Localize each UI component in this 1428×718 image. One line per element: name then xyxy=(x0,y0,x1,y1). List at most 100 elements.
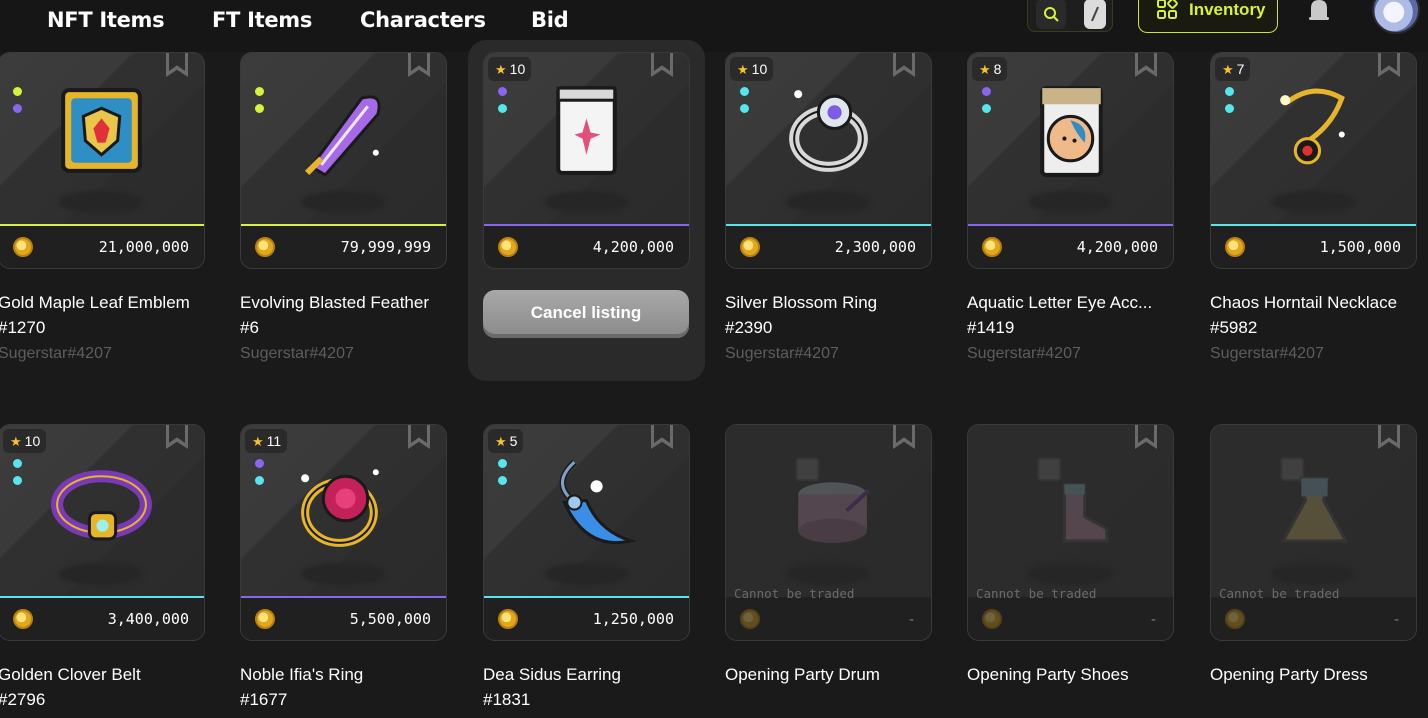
item-card-frame[interactable]: 79,999,999 xyxy=(240,52,447,269)
item-name[interactable]: Opening Party Dress xyxy=(1210,662,1425,687)
scroll-icon xyxy=(556,86,617,175)
nav-tab-label: Characters xyxy=(360,8,486,32)
item-name[interactable]: Silver Blossom Ring xyxy=(725,290,940,315)
item-shadow xyxy=(1271,191,1355,213)
attribute-dot xyxy=(1225,104,1234,113)
item-card-frame[interactable]: ★ 8 4,200,000 xyxy=(967,52,1174,269)
coin-icon xyxy=(255,609,275,629)
item-name[interactable]: Aquatic Letter Eye Acc... xyxy=(967,290,1182,315)
item-price: 4,200,000 xyxy=(1076,238,1158,256)
search-toolbar xyxy=(1027,0,1113,32)
item-name[interactable]: Noble Ifia's Ring xyxy=(240,662,455,687)
nav-tab-label: FT Items xyxy=(212,8,313,32)
item-shadow xyxy=(544,563,628,585)
item-card-frame[interactable]: Cannot be traded - xyxy=(967,424,1174,641)
inventory-label: Inventory xyxy=(1189,0,1266,19)
star-badge: ★ 8 xyxy=(972,57,1008,81)
item-card-frame[interactable]: Cannot be traded - xyxy=(725,424,932,641)
item-serial: #1419 xyxy=(967,318,1015,337)
nav-tab-nft-items[interactable]: ✕✕ NFT Items xyxy=(47,0,165,40)
attribute-dot xyxy=(498,87,507,96)
coin-icon xyxy=(740,237,760,257)
item-name[interactable]: Gold Maple Leaf Emblem xyxy=(0,290,213,315)
ring-icon xyxy=(789,90,868,172)
necklace-icon xyxy=(1280,88,1345,165)
attribute-dot xyxy=(255,476,264,485)
attribute-dot xyxy=(740,104,749,113)
star-count: 11 xyxy=(266,433,282,449)
coin-icon xyxy=(498,237,518,257)
item-card-frame[interactable]: Cannot be traded - xyxy=(1210,424,1417,641)
item-owner[interactable]: Sugerstar#4207 xyxy=(1210,344,1324,364)
attribute-dot xyxy=(255,87,264,96)
belt-icon xyxy=(51,470,152,541)
attribute-dot xyxy=(255,104,264,113)
coin-icon xyxy=(1225,237,1245,257)
item-price: - xyxy=(1391,610,1401,628)
item-card-frame[interactable]: 21,000,000 xyxy=(0,52,205,269)
item-serial: #6 xyxy=(240,318,259,337)
nav-tab-bid[interactable]: ◂ Bid xyxy=(531,0,569,40)
star-count: 8 xyxy=(993,61,1002,77)
search-button[interactable] xyxy=(1036,0,1066,29)
star-icon: ★ xyxy=(737,62,749,77)
item-price: 1,250,000 xyxy=(592,610,674,628)
item-card-frame[interactable]: ★ 10 4,200,000 xyxy=(483,52,690,269)
nav-tab-characters[interactable]: ● Characters xyxy=(360,0,486,40)
item-name[interactable]: Opening Party Shoes xyxy=(967,662,1182,687)
item-owner[interactable]: Sugerstar#4207 xyxy=(240,344,354,364)
item-price: 3,400,000 xyxy=(107,610,189,628)
item-card-frame[interactable]: ★ 7 1,500,000 xyxy=(1210,52,1417,269)
item-price: 2,300,000 xyxy=(834,238,916,256)
attribute-dot xyxy=(982,87,991,96)
attribute-dot xyxy=(13,104,22,113)
item-owner[interactable]: Sugerstar#4207 xyxy=(0,344,112,364)
item-shadow xyxy=(1028,191,1112,213)
nav-tab-ft-items[interactable]: ◎ FT Items xyxy=(212,0,312,40)
item-owner[interactable]: Sugerstar#4207 xyxy=(967,344,1081,364)
nav-tab-label: NFT Items xyxy=(47,8,165,32)
star-icon: ★ xyxy=(10,434,22,449)
bell-icon[interactable] xyxy=(1303,0,1335,26)
item-name[interactable]: Opening Party Drum xyxy=(725,662,940,687)
item-shadow xyxy=(544,191,628,213)
attribute-dot xyxy=(13,476,22,485)
item-price: - xyxy=(906,610,916,628)
star-icon: ★ xyxy=(495,434,507,449)
star-icon: ★ xyxy=(1222,62,1234,77)
item-shadow xyxy=(301,191,385,213)
search-icon xyxy=(1044,7,1059,22)
item-name[interactable]: Golden Clover Belt xyxy=(0,662,213,687)
cancel-listing-button[interactable]: Cancel listing xyxy=(483,290,689,338)
avatar[interactable] xyxy=(1372,0,1420,34)
item-serial: #5982 xyxy=(1210,318,1258,337)
item-price: 21,000,000 xyxy=(98,238,189,256)
star-count: 10 xyxy=(751,61,768,77)
item-name[interactable]: Evolving Blasted Feather xyxy=(240,290,455,315)
item-shadow xyxy=(301,563,385,585)
inventory-button[interactable]: Inventory xyxy=(1138,0,1278,33)
star-count: 10 xyxy=(24,433,41,449)
item-card-frame[interactable]: ★ 5 1,250,000 xyxy=(483,424,690,641)
star-badge: ★ 5 xyxy=(488,429,524,453)
eye-accessory-icon xyxy=(1040,86,1103,177)
item-owner[interactable]: Sugerstar#4207 xyxy=(725,344,839,364)
star-badge: ★ 11 xyxy=(245,429,288,453)
coin-icon xyxy=(13,237,33,257)
attribute-dot xyxy=(1225,87,1234,96)
item-price: 5,500,000 xyxy=(349,610,431,628)
edit-button[interactable] xyxy=(1084,0,1106,29)
feather-icon xyxy=(305,95,381,177)
item-card-frame[interactable]: ★ 10 2,300,000 xyxy=(725,52,932,269)
star-icon: ★ xyxy=(979,62,991,77)
item-card-frame[interactable]: ★ 10 3,400,000 xyxy=(0,424,205,641)
item-shadow xyxy=(786,191,870,213)
item-name[interactable]: Dea Sidus Earring xyxy=(483,662,698,687)
star-icon: ★ xyxy=(495,62,507,77)
item-card-frame[interactable]: ★ 11 5,500,000 xyxy=(240,424,447,641)
item-shadow xyxy=(59,191,143,213)
star-badge: ★ 7 xyxy=(1215,57,1251,81)
item-name[interactable]: Chaos Horntail Necklace xyxy=(1210,290,1425,315)
grid-icon xyxy=(1157,0,1178,19)
item-shadow xyxy=(786,563,870,585)
